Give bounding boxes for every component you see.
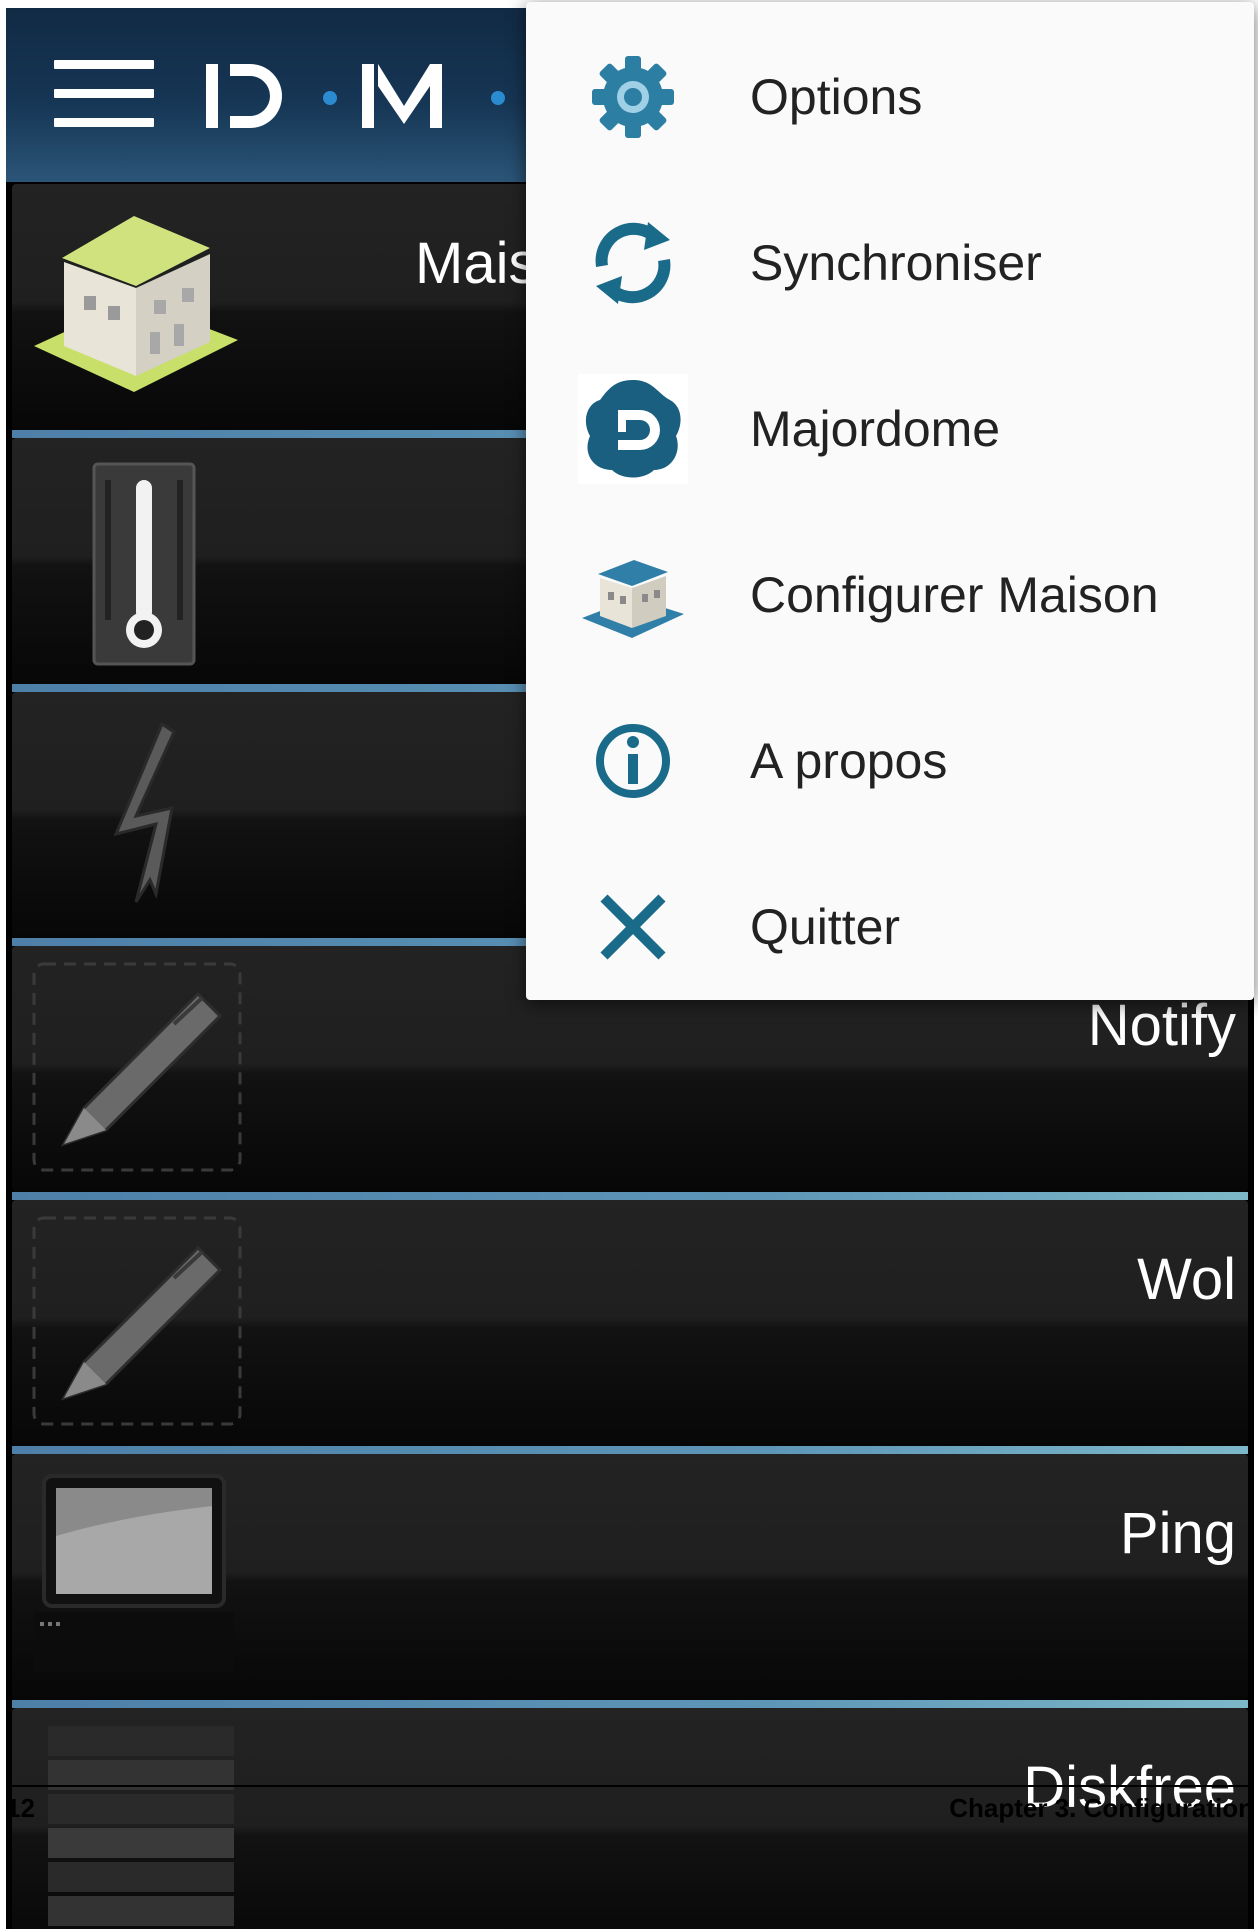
menu-item-quitter[interactable]: Quitter — [526, 844, 1254, 1010]
server-icon — [48, 1726, 234, 1926]
row-label: Ping — [1119, 1501, 1236, 1566]
overflow-menu: Options Synchroniser Majordome Configure… — [526, 2, 1254, 1000]
menu-item-label: Configurer Maison — [750, 567, 1159, 623]
menu-item-majordome[interactable]: Majordome — [526, 346, 1254, 512]
menu-item-options[interactable]: Options — [526, 14, 1254, 180]
menu-item-label: A propos — [750, 733, 948, 789]
close-icon — [600, 894, 666, 960]
menu-item-label: Majordome — [750, 401, 1001, 457]
sync-icon — [595, 222, 671, 304]
row-divider — [12, 1192, 1248, 1200]
chapter-title: Chapter 3. Configuration — [949, 1793, 1254, 1823]
row-label: Mais — [415, 231, 538, 296]
house-icon — [34, 216, 238, 392]
menu-item-label: Synchroniser — [750, 235, 1042, 291]
info-icon — [596, 724, 670, 798]
row-divider — [12, 1446, 1248, 1454]
app-logo — [206, 64, 505, 128]
majordome-logo-icon — [578, 374, 688, 484]
hamburger-menu-icon[interactable] — [54, 60, 154, 130]
pen-icon — [32, 962, 242, 1172]
gear-icon — [592, 56, 674, 138]
menu-item-label: Options — [750, 69, 923, 125]
menu-item-configurer-maison[interactable]: Configurer Maison — [526, 512, 1254, 678]
row-label: Wol — [1137, 1247, 1236, 1312]
device-row[interactable]: Wol — [12, 1200, 1248, 1446]
house-config-icon — [582, 560, 684, 638]
menu-item-label: Quitter — [750, 899, 901, 955]
lightning-icon — [113, 721, 176, 903]
thermometer-icon — [92, 462, 196, 666]
pen-icon — [32, 1216, 242, 1426]
menu-item-a-propos[interactable]: A propos — [526, 678, 1254, 844]
page-number: 12 — [6, 1793, 35, 1823]
menu-item-synchroniser[interactable]: Synchroniser — [526, 180, 1254, 346]
footer-divider — [6, 1785, 1254, 1787]
monitor-icon — [34, 1474, 234, 1672]
row-divider — [12, 1700, 1248, 1708]
device-row[interactable]: Ping — [12, 1454, 1248, 1700]
